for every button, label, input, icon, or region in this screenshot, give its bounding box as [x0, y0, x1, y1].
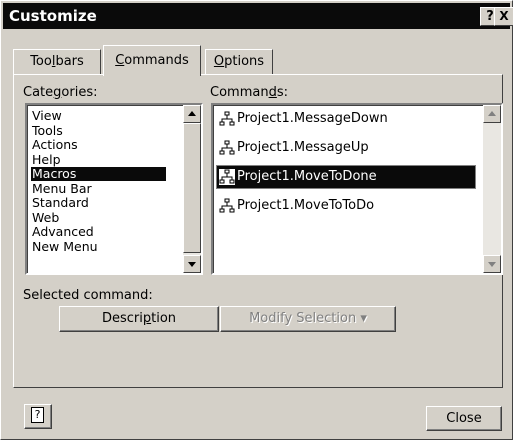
- modify-selection-button[interactable]: Modify Selection ▾: [220, 306, 396, 332]
- arrow-up-icon: [188, 111, 196, 116]
- tab-commands-label: Commands: [115, 53, 189, 68]
- category-item[interactable]: Tools: [31, 123, 166, 138]
- tab-options-label: Options: [213, 54, 265, 69]
- scroll-thumb[interactable]: [183, 123, 201, 253]
- macro-icon: [219, 198, 235, 214]
- modify-selection-label: Modify Selection: [249, 311, 357, 326]
- category-item[interactable]: Web: [31, 210, 166, 225]
- categories-listbox[interactable]: View Tools Actions Help Macros Menu Bar Standa…: [25, 103, 203, 275]
- help-button[interactable]: ?: [24, 404, 52, 429]
- scroll-up-button[interactable]: [183, 105, 201, 123]
- commands-listbox[interactable]: Project1.MessageDown Project1.MessageUp Pr…: [211, 103, 503, 275]
- macro-icon: [219, 169, 235, 185]
- close-title-button[interactable]: X: [494, 7, 513, 26]
- command-label: Project1.MoveToDone: [237, 169, 377, 184]
- scroll-up-button[interactable]: [483, 105, 501, 123]
- command-item[interactable]: Project1.MessageDown: [217, 108, 475, 130]
- close-button[interactable]: Close: [426, 406, 502, 431]
- dropdown-arrow-icon: ▾: [360, 311, 367, 326]
- tab-options[interactable]: Options: [205, 49, 273, 74]
- arrow-up-icon: [488, 111, 496, 116]
- categories-scrollbar[interactable]: [183, 105, 201, 273]
- categories-label: Categories:: [23, 85, 98, 100]
- help-icon: ?: [31, 407, 44, 423]
- command-label: Project1.MoveToToDo: [237, 198, 375, 213]
- customize-dialog: Customize ? X Toolbars Commands Options …: [0, 0, 513, 440]
- command-item[interactable]: Project1.MoveToToDo: [217, 195, 475, 217]
- scroll-down-button[interactable]: [483, 255, 501, 273]
- category-item[interactable]: View: [31, 109, 166, 123]
- arrow-down-icon: [488, 262, 496, 267]
- category-item[interactable]: Actions: [31, 138, 166, 152]
- tab-toolbars[interactable]: Toolbars: [13, 49, 101, 74]
- category-item[interactable]: Macros: [31, 167, 166, 181]
- selected-command-label: Selected command:: [23, 288, 153, 303]
- commands-scrollbar[interactable]: [483, 105, 501, 273]
- tab-commands[interactable]: Commands: [103, 45, 201, 76]
- macro-icon: [219, 111, 235, 127]
- category-item[interactable]: Menu Bar: [31, 181, 166, 196]
- commands-label: Commands:: [210, 85, 288, 100]
- scroll-down-button[interactable]: [183, 255, 201, 273]
- window-title: Customize: [9, 7, 97, 25]
- description-button-label: Description: [101, 311, 177, 326]
- macro-icon: [219, 140, 235, 156]
- command-label: Project1.MessageDown: [237, 111, 388, 126]
- category-item[interactable]: Standard: [31, 196, 166, 210]
- category-item[interactable]: Advanced: [31, 225, 166, 239]
- command-label: Project1.MessageUp: [237, 140, 369, 155]
- command-item[interactable]: Project1.MoveToDone: [216, 165, 476, 189]
- tab-toolbars-label: Toolbars: [30, 54, 84, 69]
- arrow-down-icon: [188, 262, 196, 267]
- title-bar[interactable]: Customize ? X: [3, 3, 513, 29]
- command-item[interactable]: Project1.MessageUp: [217, 137, 475, 159]
- category-item[interactable]: New Menu: [31, 239, 166, 254]
- description-button[interactable]: Description: [59, 306, 219, 332]
- category-item[interactable]: Help: [31, 152, 166, 167]
